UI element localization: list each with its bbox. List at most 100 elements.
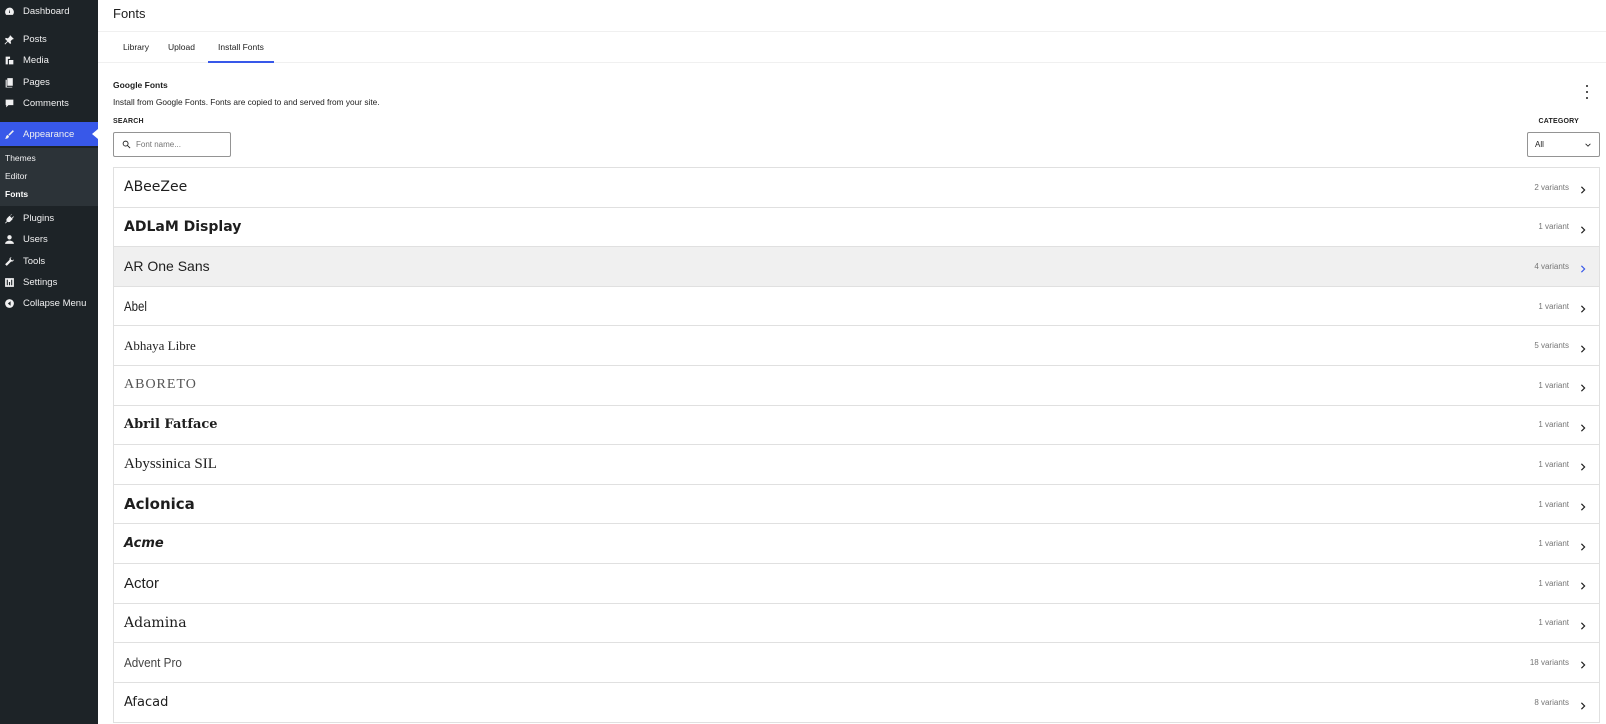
font-row[interactable]: Aclonica 1 variant bbox=[114, 485, 1599, 525]
section-title: Google Fonts bbox=[113, 80, 168, 90]
font-row[interactable]: Adamina 1 variant bbox=[114, 604, 1599, 644]
font-row[interactable]: AR One Sans 4 variants bbox=[114, 247, 1599, 287]
menu-tools[interactable]: Tools bbox=[0, 251, 98, 271]
font-row[interactable]: Afacad 8 variants bbox=[114, 683, 1599, 723]
font-name: Acme bbox=[124, 536, 164, 552]
page-header: Fonts bbox=[98, 0, 1606, 32]
font-row[interactable]: Abel 1 variant bbox=[114, 287, 1599, 327]
font-row[interactable]: Actor 1 variant bbox=[114, 564, 1599, 604]
font-name: AR One Sans bbox=[124, 258, 210, 275]
menu-posts[interactable]: Posts bbox=[0, 29, 98, 49]
font-row[interactable]: Abhaya Libre 5 variants bbox=[114, 326, 1599, 366]
tab-library[interactable]: Library bbox=[113, 32, 159, 63]
brush-icon bbox=[4, 129, 15, 140]
menu-label: Media bbox=[23, 54, 49, 66]
menu-pages[interactable]: Pages bbox=[0, 72, 98, 92]
chevron-right-icon bbox=[1579, 341, 1587, 353]
menu-label: Comments bbox=[23, 97, 69, 109]
menu-media[interactable]: Media bbox=[0, 50, 98, 70]
font-variants: 1 variant bbox=[1538, 222, 1569, 232]
tab-upload[interactable]: Upload bbox=[158, 32, 205, 63]
font-variants: 18 variants bbox=[1529, 657, 1569, 667]
chevron-right-icon bbox=[1579, 698, 1587, 710]
collapse-icon bbox=[4, 298, 15, 309]
font-row[interactable]: ADLaM Display 1 variant bbox=[114, 208, 1599, 248]
pages-icon bbox=[4, 77, 15, 88]
font-name: Afacad bbox=[124, 695, 169, 711]
page-title: Fonts bbox=[113, 6, 146, 21]
menu-appearance[interactable]: Appearance bbox=[0, 122, 98, 146]
tab-bar: Library Upload Install Fonts bbox=[98, 32, 1606, 63]
menu-plugins[interactable]: Plugins bbox=[0, 208, 98, 228]
font-row[interactable]: ABeeZee 2 variants bbox=[114, 168, 1599, 208]
font-variants: 1 variant bbox=[1538, 618, 1569, 628]
appearance-submenu: Themes Editor Fonts bbox=[0, 148, 98, 206]
chevron-down-icon bbox=[1585, 143, 1591, 147]
comment-icon bbox=[4, 98, 15, 109]
menu-users[interactable]: Users bbox=[0, 229, 98, 249]
menu-label: Users bbox=[23, 233, 48, 245]
search-label: SEARCH bbox=[113, 118, 144, 125]
font-variants: 1 variant bbox=[1538, 499, 1569, 509]
settings-icon bbox=[4, 277, 15, 288]
pin-icon bbox=[4, 34, 15, 45]
menu-label: Settings bbox=[23, 276, 58, 288]
kebab-dot-icon bbox=[1586, 97, 1588, 99]
chevron-right-icon bbox=[1579, 380, 1587, 392]
font-name: ABeeZee bbox=[124, 179, 188, 196]
font-variants: 1 variant bbox=[1538, 301, 1569, 311]
search-field[interactable] bbox=[113, 132, 231, 157]
font-list: ABeeZee 2 variants ADLaM Display 1 varia… bbox=[113, 167, 1600, 724]
chevron-right-icon bbox=[1579, 420, 1587, 432]
font-name: Aclonica bbox=[124, 495, 195, 514]
more-options-button[interactable] bbox=[1582, 85, 1592, 99]
kebab-dot-icon bbox=[1586, 85, 1588, 87]
font-variants: 1 variant bbox=[1538, 420, 1569, 430]
submenu-editor[interactable]: Editor bbox=[5, 171, 27, 181]
font-row[interactable]: Abril Fatface 1 variant bbox=[114, 406, 1599, 446]
user-icon bbox=[4, 234, 15, 245]
menu-dashboard[interactable]: Dashboard bbox=[0, 1, 98, 21]
menu-collapse[interactable]: Collapse Menu bbox=[0, 293, 98, 313]
menu-label: Collapse Menu bbox=[23, 297, 87, 309]
chevron-right-icon bbox=[1579, 222, 1587, 234]
submenu-fonts[interactable]: Fonts bbox=[5, 189, 28, 199]
category-label: CATEGORY bbox=[1538, 118, 1579, 125]
chevron-right-icon bbox=[1579, 539, 1587, 551]
font-variants: 1 variant bbox=[1538, 459, 1569, 469]
font-name: Abril Fatface bbox=[124, 417, 218, 433]
search-input[interactable] bbox=[136, 140, 226, 149]
submenu-themes[interactable]: Themes bbox=[5, 153, 36, 163]
chevron-right-icon bbox=[1579, 301, 1587, 313]
font-row[interactable]: Abyssinica SIL 1 variant bbox=[114, 445, 1599, 485]
tab-install-fonts[interactable]: Install Fonts bbox=[208, 32, 274, 63]
font-name: ABORETO bbox=[124, 377, 197, 393]
category-select[interactable]: All bbox=[1527, 132, 1600, 157]
menu-settings[interactable]: Settings bbox=[0, 272, 98, 292]
font-variants: 1 variant bbox=[1538, 578, 1569, 588]
font-row[interactable]: Advent Pro 18 variants bbox=[114, 643, 1599, 683]
chevron-right-icon bbox=[1579, 182, 1587, 194]
font-name: Actor bbox=[124, 574, 160, 592]
menu-label: Posts bbox=[23, 33, 47, 45]
chevron-right-icon bbox=[1579, 499, 1587, 511]
chevron-right-icon bbox=[1579, 261, 1587, 274]
plugin-icon bbox=[4, 213, 15, 224]
chevron-right-icon bbox=[1579, 459, 1587, 472]
admin-sidebar: Dashboard Posts Media Pages Comments App… bbox=[0, 0, 98, 724]
chevron-right-icon bbox=[1579, 578, 1587, 590]
dashboard-icon bbox=[4, 6, 15, 17]
font-variants: 5 variants bbox=[1534, 341, 1569, 351]
media-icon bbox=[4, 55, 15, 66]
font-name: Advent Pro bbox=[124, 654, 182, 670]
section-description: Install from Google Fonts. Fonts are cop… bbox=[113, 97, 380, 107]
font-row[interactable]: Acme 1 variant bbox=[114, 524, 1599, 564]
main-content: Fonts Library Upload Install Fonts Googl… bbox=[98, 0, 1606, 724]
category-value: All bbox=[1535, 140, 1544, 149]
wrench-icon bbox=[4, 256, 15, 267]
font-variants: 2 variants bbox=[1534, 182, 1569, 192]
menu-comments[interactable]: Comments bbox=[0, 93, 98, 113]
font-row[interactable]: ABORETO 1 variant bbox=[114, 366, 1599, 406]
menu-label: Tools bbox=[23, 255, 46, 267]
font-variants: 1 variant bbox=[1538, 380, 1569, 390]
